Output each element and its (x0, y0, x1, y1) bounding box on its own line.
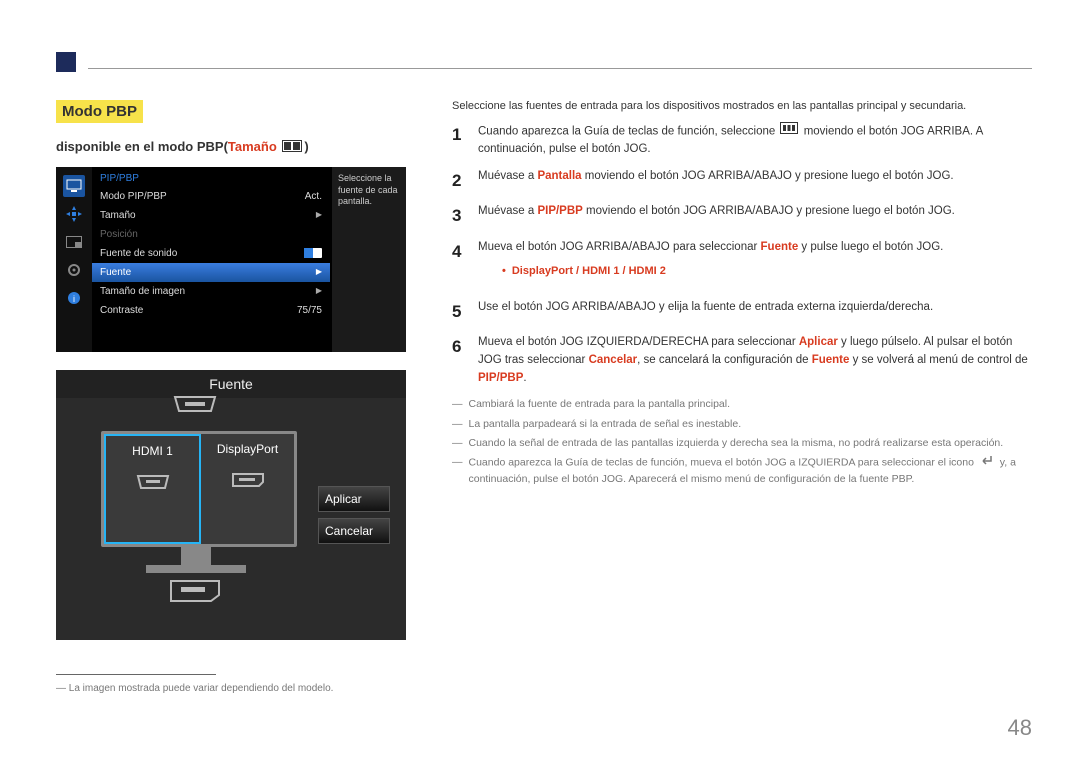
subheading-post: ) (304, 139, 308, 154)
monitor-left[interactable]: HDMI 1 (104, 434, 201, 544)
monitor-stand (181, 547, 211, 567)
step-3: 3 Muévase a PIP/PBP moviendo el botón JO… (452, 203, 1032, 229)
osd-row-fuente-sonido[interactable]: Fuente de sonido (92, 244, 330, 263)
footer-rule (56, 674, 216, 675)
pbp-size-icon (282, 140, 302, 155)
monitor-right[interactable]: DisplayPort (201, 434, 294, 544)
monitor-frame: HDMI 1 DisplayPort (101, 431, 297, 547)
note-1: Cambiará la fuente de entrada para la pa… (469, 396, 731, 412)
monitor-right-label: DisplayPort (217, 442, 278, 456)
return-icon (979, 454, 995, 471)
steps-list: 1 Cuando aparezca la Guía de teclas de f… (452, 122, 1032, 387)
section-title: Modo PBP (56, 100, 143, 123)
sound-indicator-icon (304, 248, 322, 258)
intro-text: Seleccione las fuentes de entrada para l… (452, 100, 1032, 112)
info-icon[interactable]: i (63, 287, 85, 309)
hdmi-glyph-icon (135, 474, 171, 495)
subheading: disponible en el modo PBP(Tamaño ) (56, 139, 406, 155)
osd-row-posicion: Posición (92, 225, 330, 244)
left-column: Modo PBP disponible en el modo PBP(Tamañ… (56, 100, 406, 694)
dp-port-icon (167, 579, 223, 607)
apply-button[interactable]: Aplicar (318, 486, 390, 512)
menu-icon (780, 122, 798, 141)
step-6: 6 Mueva el botón JOG IZQUIERDA/DERECHA p… (452, 334, 1032, 387)
osd-sidebar: i (56, 167, 92, 352)
osd-row-tamano-img[interactable]: Tamaño de imagen▶ (92, 282, 330, 301)
page-number: 48 (1008, 715, 1032, 741)
step-2: 2 Muévase a Pantalla moviendo el botón J… (452, 168, 1032, 194)
step-1: 1 Cuando aparezca la Guía de teclas de f… (452, 122, 1032, 159)
fuente-title: Fuente (56, 370, 406, 398)
port-options: DisplayPort / HDMI 1 / HDMI 2 (502, 263, 1032, 280)
osd-panel: i PIP/PBP Modo PIP/PBPAct. Tamaño▶ Posic… (56, 167, 406, 352)
osd-row-tamano[interactable]: Tamaño▶ (92, 206, 330, 225)
nav-icon[interactable] (63, 203, 85, 225)
osd-row-contraste[interactable]: Contraste75/75 (92, 301, 330, 320)
monitor-left-label: HDMI 1 (132, 444, 173, 458)
gear-icon[interactable] (63, 259, 85, 281)
hdmi-port-icon (171, 395, 219, 419)
fuente-diagram: HDMI 1 DisplayPort (91, 425, 291, 575)
osd-row-modo[interactable]: Modo PIP/PBPAct. (92, 187, 330, 206)
osd-row-fuente[interactable]: Fuente▶ (92, 263, 330, 282)
notes: ―Cambiará la fuente de entrada para la p… (452, 396, 1032, 487)
note-3: Cuando la señal de entrada de las pantal… (469, 435, 1004, 451)
subheading-pre: disponible en el modo PBP( (56, 139, 228, 154)
note-4: Cuando aparezca la Guía de teclas de fun… (469, 454, 1033, 488)
dp-glyph-icon (230, 472, 266, 493)
step-5: 5 Use el botón JOG ARRIBA/ABAJO y elija … (452, 299, 1032, 325)
subheading-red: Tamaño (228, 139, 277, 154)
note-2: La pantalla parpadeará si la entrada de … (469, 416, 742, 432)
fuente-buttons: Aplicar Cancelar (318, 486, 390, 550)
cancel-button[interactable]: Cancelar (318, 518, 390, 544)
svg-text:i: i (73, 294, 75, 304)
header-rule (88, 68, 1032, 69)
osd-help: Seleccione la fuente de cada pantalla. (332, 167, 406, 352)
osd-main: PIP/PBP Modo PIP/PBPAct. Tamaño▶ Posició… (92, 167, 330, 352)
monitor-icon[interactable] (63, 175, 85, 197)
step-4: 4 Mueva el botón JOG ARRIBA/ABAJO para s… (452, 239, 1032, 290)
right-column: Seleccione las fuentes de entrada para l… (452, 100, 1032, 491)
pip-icon[interactable] (63, 231, 85, 253)
fuente-panel: Fuente HDMI 1 DisplayPort (56, 370, 406, 640)
footer-note: ― La imagen mostrada puede variar depend… (56, 683, 406, 694)
monitor-stand-base (146, 565, 246, 573)
header-accent (56, 52, 76, 72)
osd-title: PIP/PBP (92, 173, 330, 184)
